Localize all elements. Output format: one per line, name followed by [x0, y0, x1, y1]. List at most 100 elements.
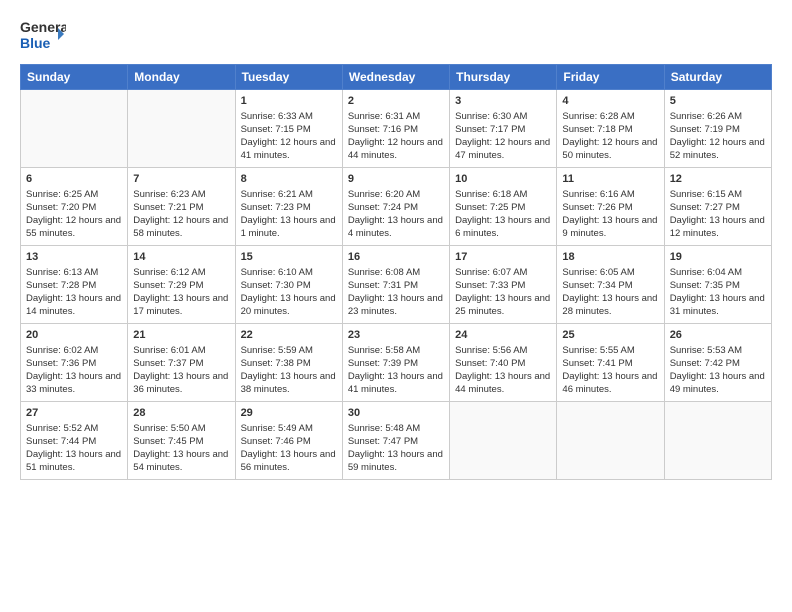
week-row-0: 1 Sunrise: 6:33 AM Sunset: 7:15 PM Daylig…	[21, 90, 772, 168]
calendar-cell: 10 Sunrise: 6:18 AM Sunset: 7:25 PM Dayli…	[450, 168, 557, 246]
day-info: Sunrise: 6:18 AM Sunset: 7:25 PM Dayligh…	[455, 189, 551, 240]
day-number: 30	[348, 406, 444, 421]
day-info: Sunrise: 6:25 AM Sunset: 7:20 PM Dayligh…	[26, 189, 122, 240]
day-number: 10	[455, 172, 551, 187]
weekday-friday: Friday	[557, 65, 664, 90]
day-info: Sunrise: 6:13 AM Sunset: 7:28 PM Dayligh…	[26, 267, 122, 318]
day-number: 23	[348, 328, 444, 343]
day-info: Sunrise: 6:16 AM Sunset: 7:26 PM Dayligh…	[562, 189, 658, 240]
day-info: Sunrise: 5:58 AM Sunset: 7:39 PM Dayligh…	[348, 345, 444, 396]
calendar-cell: 28 Sunrise: 5:50 AM Sunset: 7:45 PM Dayli…	[128, 402, 235, 480]
weekday-saturday: Saturday	[664, 65, 771, 90]
day-number: 8	[241, 172, 337, 187]
day-info: Sunrise: 6:26 AM Sunset: 7:19 PM Dayligh…	[670, 111, 766, 162]
day-info: Sunrise: 6:31 AM Sunset: 7:16 PM Dayligh…	[348, 111, 444, 162]
weekday-thursday: Thursday	[450, 65, 557, 90]
day-number: 2	[348, 94, 444, 109]
day-info: Sunrise: 5:59 AM Sunset: 7:38 PM Dayligh…	[241, 345, 337, 396]
day-info: Sunrise: 6:08 AM Sunset: 7:31 PM Dayligh…	[348, 267, 444, 318]
calendar-cell: 18 Sunrise: 6:05 AM Sunset: 7:34 PM Dayli…	[557, 246, 664, 324]
calendar-cell: 12 Sunrise: 6:15 AM Sunset: 7:27 PM Dayli…	[664, 168, 771, 246]
day-info: Sunrise: 6:05 AM Sunset: 7:34 PM Dayligh…	[562, 267, 658, 318]
day-info: Sunrise: 5:52 AM Sunset: 7:44 PM Dayligh…	[26, 423, 122, 474]
day-info: Sunrise: 6:20 AM Sunset: 7:24 PM Dayligh…	[348, 189, 444, 240]
calendar-cell: 23 Sunrise: 5:58 AM Sunset: 7:39 PM Dayli…	[342, 324, 449, 402]
day-info: Sunrise: 6:12 AM Sunset: 7:29 PM Dayligh…	[133, 267, 229, 318]
day-info: Sunrise: 6:23 AM Sunset: 7:21 PM Dayligh…	[133, 189, 229, 240]
calendar-cell: 25 Sunrise: 5:55 AM Sunset: 7:41 PM Dayli…	[557, 324, 664, 402]
day-info: Sunrise: 5:50 AM Sunset: 7:45 PM Dayligh…	[133, 423, 229, 474]
calendar-cell: 29 Sunrise: 5:49 AM Sunset: 7:46 PM Dayli…	[235, 402, 342, 480]
day-info: Sunrise: 6:15 AM Sunset: 7:27 PM Dayligh…	[670, 189, 766, 240]
calendar-cell: 7 Sunrise: 6:23 AM Sunset: 7:21 PM Daylig…	[128, 168, 235, 246]
calendar-cell: 1 Sunrise: 6:33 AM Sunset: 7:15 PM Daylig…	[235, 90, 342, 168]
calendar-cell: 26 Sunrise: 5:53 AM Sunset: 7:42 PM Dayli…	[664, 324, 771, 402]
day-info: Sunrise: 5:49 AM Sunset: 7:46 PM Dayligh…	[241, 423, 337, 474]
week-row-4: 27 Sunrise: 5:52 AM Sunset: 7:44 PM Dayli…	[21, 402, 772, 480]
calendar-table: SundayMondayTuesdayWednesdayThursdayFrid…	[20, 64, 772, 480]
day-number: 1	[241, 94, 337, 109]
week-row-3: 20Sunrise: 6:02 AM Sunset: 7:36 PM Dayli…	[21, 324, 772, 402]
calendar-cell: 9 Sunrise: 6:20 AM Sunset: 7:24 PM Daylig…	[342, 168, 449, 246]
calendar-cell: 15Sunrise: 6:10 AM Sunset: 7:30 PM Dayli…	[235, 246, 342, 324]
day-number: 22	[241, 328, 337, 343]
calendar-cell: 11 Sunrise: 6:16 AM Sunset: 7:26 PM Dayli…	[557, 168, 664, 246]
day-number: 29	[241, 406, 337, 421]
weekday-monday: Monday	[128, 65, 235, 90]
calendar-cell: 20Sunrise: 6:02 AM Sunset: 7:36 PM Dayli…	[21, 324, 128, 402]
day-number: 13	[26, 250, 122, 265]
day-number: 25	[562, 328, 658, 343]
day-info: Sunrise: 6:01 AM Sunset: 7:37 PM Dayligh…	[133, 345, 229, 396]
day-number: 6	[26, 172, 122, 187]
week-row-2: 13 Sunrise: 6:13 AM Sunset: 7:28 PM Dayli…	[21, 246, 772, 324]
weekday-sunday: Sunday	[21, 65, 128, 90]
day-number: 24	[455, 328, 551, 343]
logo: GeneralBlue	[20, 16, 66, 54]
day-number: 19	[670, 250, 766, 265]
day-info: Sunrise: 6:33 AM Sunset: 7:15 PM Dayligh…	[241, 111, 337, 162]
svg-text:Blue: Blue	[20, 35, 51, 51]
day-number: 15	[241, 250, 337, 265]
calendar-cell	[557, 402, 664, 480]
page: GeneralBlue SundayMondayTuesdayWednesday…	[0, 0, 792, 612]
day-info: Sunrise: 6:07 AM Sunset: 7:33 PM Dayligh…	[455, 267, 551, 318]
day-info: Sunrise: 5:55 AM Sunset: 7:41 PM Dayligh…	[562, 345, 658, 396]
day-info: Sunrise: 5:56 AM Sunset: 7:40 PM Dayligh…	[455, 345, 551, 396]
day-number: 16	[348, 250, 444, 265]
calendar-cell	[128, 90, 235, 168]
day-number: 11	[562, 172, 658, 187]
calendar-cell	[450, 402, 557, 480]
day-number: 4	[562, 94, 658, 109]
day-number: 20	[26, 328, 122, 343]
weekday-header-row: SundayMondayTuesdayWednesdayThursdayFrid…	[21, 65, 772, 90]
day-info: Sunrise: 6:21 AM Sunset: 7:23 PM Dayligh…	[241, 189, 337, 240]
day-number: 18	[562, 250, 658, 265]
header: GeneralBlue	[20, 16, 772, 54]
calendar-cell: 3Sunrise: 6:30 AM Sunset: 7:17 PM Daylig…	[450, 90, 557, 168]
day-number: 17	[455, 250, 551, 265]
calendar-cell: 8 Sunrise: 6:21 AM Sunset: 7:23 PM Daylig…	[235, 168, 342, 246]
calendar-cell: 6 Sunrise: 6:25 AM Sunset: 7:20 PM Daylig…	[21, 168, 128, 246]
day-number: 12	[670, 172, 766, 187]
calendar-cell: 17 Sunrise: 6:07 AM Sunset: 7:33 PM Dayli…	[450, 246, 557, 324]
day-number: 5	[670, 94, 766, 109]
day-number: 28	[133, 406, 229, 421]
logo-svg: GeneralBlue	[20, 16, 66, 54]
calendar-cell: 4 Sunrise: 6:28 AM Sunset: 7:18 PM Daylig…	[557, 90, 664, 168]
calendar-cell: 16 Sunrise: 6:08 AM Sunset: 7:31 PM Dayli…	[342, 246, 449, 324]
day-info: Sunrise: 5:53 AM Sunset: 7:42 PM Dayligh…	[670, 345, 766, 396]
day-number: 27	[26, 406, 122, 421]
calendar-cell	[21, 90, 128, 168]
calendar-cell	[664, 402, 771, 480]
day-number: 7	[133, 172, 229, 187]
day-info: Sunrise: 6:04 AM Sunset: 7:35 PM Dayligh…	[670, 267, 766, 318]
day-number: 26	[670, 328, 766, 343]
day-number: 9	[348, 172, 444, 187]
calendar-cell: 27 Sunrise: 5:52 AM Sunset: 7:44 PM Dayli…	[21, 402, 128, 480]
day-number: 14	[133, 250, 229, 265]
day-info: Sunrise: 6:28 AM Sunset: 7:18 PM Dayligh…	[562, 111, 658, 162]
day-info: Sunrise: 6:30 AM Sunset: 7:17 PM Dayligh…	[455, 111, 551, 162]
calendar-cell: 30 Sunrise: 5:48 AM Sunset: 7:47 PM Dayli…	[342, 402, 449, 480]
calendar-cell: 2 Sunrise: 6:31 AM Sunset: 7:16 PM Daylig…	[342, 90, 449, 168]
day-info: Sunrise: 5:48 AM Sunset: 7:47 PM Dayligh…	[348, 423, 444, 474]
